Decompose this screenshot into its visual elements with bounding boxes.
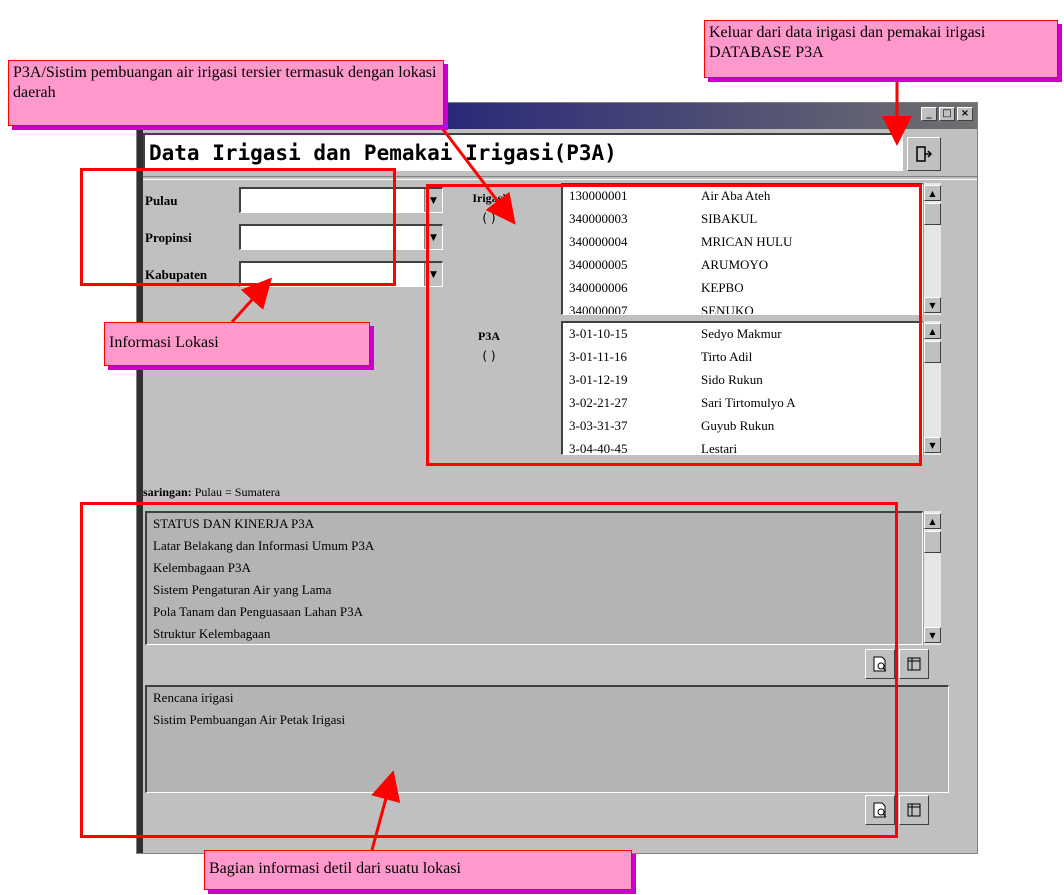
callout-p3a-system: P3A/Sistim pembuangan air irigasi tersie… bbox=[8, 60, 444, 126]
filter-label: saringan: bbox=[143, 485, 192, 499]
minimize-button[interactable]: _ bbox=[921, 107, 937, 121]
scroll-up-icon[interactable]: ▲ bbox=[924, 323, 941, 339]
scroll-down-icon[interactable]: ▼ bbox=[924, 297, 941, 313]
scroll-down-icon[interactable]: ▼ bbox=[924, 627, 941, 643]
detail-highlight bbox=[80, 502, 898, 838]
filter-status: saringan: Pulau = Sumatera bbox=[143, 485, 280, 500]
exit-button[interactable] bbox=[907, 137, 941, 171]
location-highlight bbox=[80, 168, 396, 286]
exit-door-icon bbox=[916, 146, 933, 162]
callout-detail-info: Bagian informasi detil dari suatu lokasi bbox=[204, 850, 632, 890]
lists-highlight bbox=[426, 184, 922, 466]
grid-button[interactable] bbox=[899, 649, 929, 679]
scroll-thumb[interactable] bbox=[924, 531, 941, 553]
status-scrollbar[interactable]: ▲ ▼ bbox=[923, 511, 941, 645]
window-controls: _ □ × bbox=[921, 107, 973, 121]
irigasi-scrollbar[interactable]: ▲ ▼ bbox=[923, 183, 941, 315]
table-grid-icon bbox=[907, 803, 921, 817]
callout-location-info: Informasi Lokasi bbox=[104, 322, 370, 366]
table-grid-icon bbox=[907, 657, 921, 671]
close-button[interactable]: × bbox=[957, 107, 973, 121]
scroll-up-icon[interactable]: ▲ bbox=[924, 513, 941, 529]
scroll-thumb[interactable] bbox=[924, 341, 941, 363]
page-title: Data Irigasi dan Pemakai Irigasi(P3A) bbox=[143, 133, 903, 171]
filter-value: Pulau = Sumatera bbox=[194, 485, 281, 499]
callout-exit: Keluar dari data irigasi dan pemakai iri… bbox=[704, 20, 1058, 78]
maximize-button[interactable]: □ bbox=[939, 107, 955, 121]
scroll-thumb[interactable] bbox=[924, 203, 941, 225]
grid-button-2[interactable] bbox=[899, 795, 929, 825]
p3a-scrollbar[interactable]: ▲ ▼ bbox=[923, 321, 941, 455]
screenshot: _ □ × Data Irigasi dan Pemakai Irigasi(P… bbox=[0, 0, 1064, 895]
scroll-up-icon[interactable]: ▲ bbox=[924, 185, 941, 201]
scroll-down-icon[interactable]: ▼ bbox=[924, 437, 941, 453]
